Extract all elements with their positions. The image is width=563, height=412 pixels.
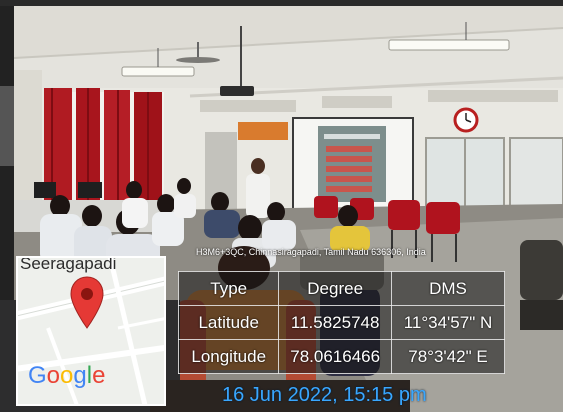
latitude-dms: 11°34'57" N bbox=[390, 305, 506, 340]
address-label: H3M6+3QC, Chinnasiragapadi, Tamil Nadu 6… bbox=[196, 247, 426, 257]
header-type: Type bbox=[177, 271, 280, 306]
longitude-dms: 78°3'42" E bbox=[390, 339, 506, 374]
coordinates-table: Type Degree DMS Latitude 11.5825748 11°3… bbox=[177, 271, 506, 374]
latitude-row: Latitude 11.5825748 11°34'57" N bbox=[177, 305, 506, 340]
header-dms: DMS bbox=[390, 271, 506, 306]
longitude-row: Longitude 78.0616466 78°3'42" E bbox=[177, 339, 506, 374]
google-logo: Google bbox=[28, 362, 105, 390]
google-logo-letter: o bbox=[46, 362, 61, 389]
google-logo-letter: g bbox=[73, 362, 87, 389]
header-degree: Degree bbox=[278, 271, 392, 306]
latitude-degree: 11.5825748 bbox=[278, 305, 392, 340]
map-thumbnail: Seeragapadi Google bbox=[16, 256, 166, 406]
latitude-label: Latitude bbox=[177, 305, 280, 340]
longitude-label: Longitude bbox=[177, 339, 280, 374]
map-pin-icon bbox=[70, 276, 104, 329]
google-logo-letter: o bbox=[60, 362, 74, 389]
map-place-label: Seeragapadi bbox=[20, 256, 117, 273]
timestamp-label: 16 Jun 2022, 15:15 pm bbox=[222, 384, 427, 406]
coordinates-header-row: Type Degree DMS bbox=[177, 271, 506, 306]
google-logo-letter: G bbox=[28, 362, 47, 389]
google-logo-letter: e bbox=[92, 362, 106, 389]
longitude-degree: 78.0616466 bbox=[278, 339, 392, 374]
